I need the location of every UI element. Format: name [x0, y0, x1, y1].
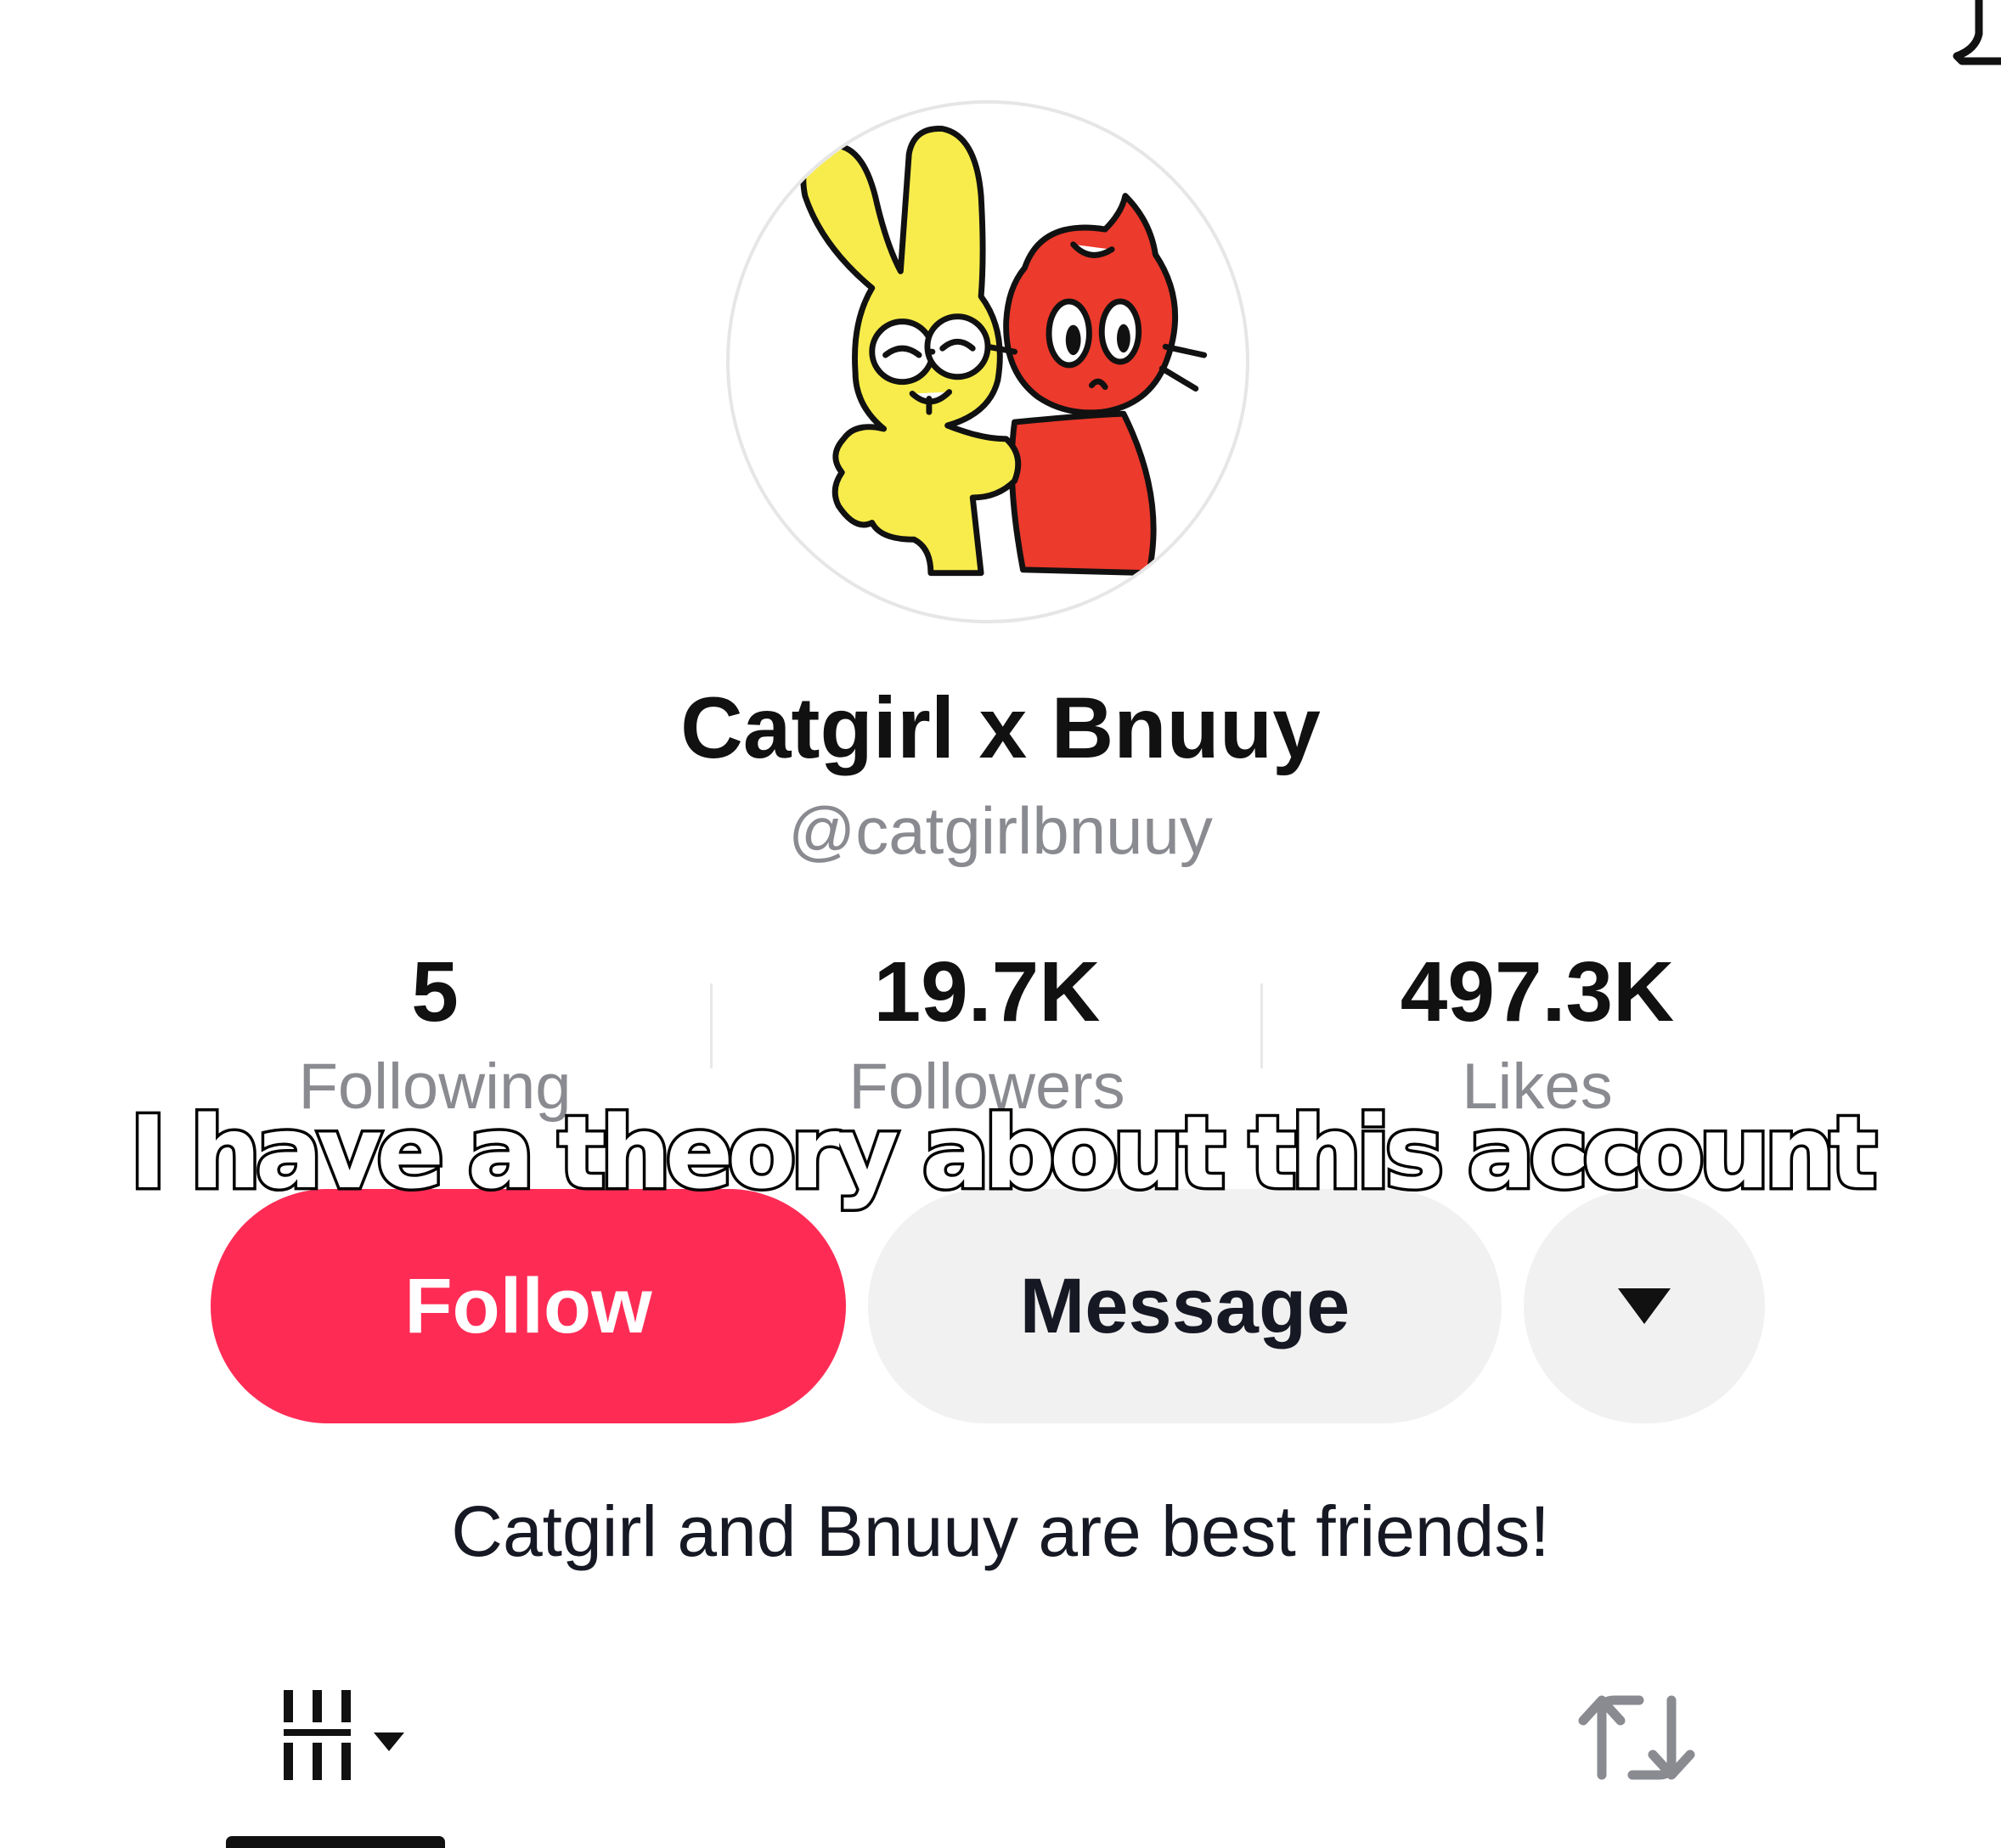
tab-reposts[interactable] — [1571, 1682, 1699, 1792]
caret-down-icon — [1618, 1288, 1671, 1324]
following-count: 5 — [411, 944, 459, 1040]
follow-button[interactable]: Follow — [211, 1189, 846, 1423]
followers-count: 19.7K — [873, 944, 1101, 1040]
more-options-button[interactable] — [1524, 1189, 1765, 1423]
display-name: Catgirl x Bnuuy — [680, 679, 1321, 776]
stat-divider — [710, 983, 713, 1068]
bio-text: Catgirl and Bnuuy are best friends! — [451, 1491, 1550, 1571]
videos-grid-icon — [284, 1690, 404, 1780]
repost-icon — [1578, 1695, 1695, 1780]
message-button[interactable]: Message — [868, 1189, 1502, 1423]
stat-divider — [1260, 983, 1263, 1068]
avatar[interactable] — [726, 100, 1249, 623]
likes-count: 497.3K — [1400, 944, 1675, 1040]
username: @catgirlbnuuy — [788, 793, 1213, 868]
tab-indicator — [226, 1836, 445, 1848]
notification-bell-icon[interactable] — [1945, 0, 2001, 85]
tab-videos[interactable] — [272, 1682, 450, 1792]
video-caption-overlay: I have a theory about this account — [127, 1091, 1880, 1214]
